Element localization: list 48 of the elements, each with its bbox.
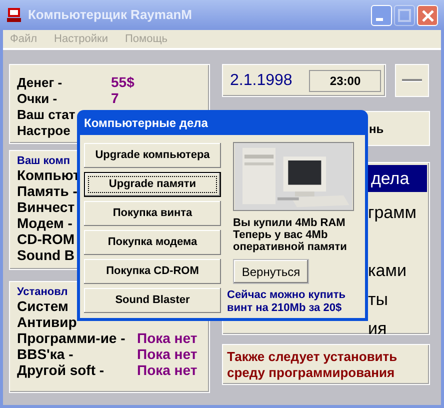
- component-label: Sound B: [17, 247, 75, 263]
- time-field: 23:00: [309, 70, 382, 92]
- software-label: Другой soft -: [17, 362, 104, 378]
- offer-text: Сейчас можно купить винт на 210Mb за 20$: [227, 289, 346, 315]
- dialog-button[interactable]: Покупка CD-ROM: [84, 259, 221, 284]
- task-item[interactable]: ия: [368, 314, 427, 343]
- software-value: Пока нет: [137, 360, 198, 380]
- group-title: Установл: [17, 285, 68, 298]
- stat-label: Ваш стат: [17, 106, 76, 122]
- close-button[interactable]: [417, 4, 438, 26]
- dialog-button[interactable]: Покупка винта: [84, 201, 221, 226]
- date-text: 2.1.1998: [230, 70, 292, 90]
- software-value: Пока нет: [137, 328, 198, 348]
- dialog-button[interactable]: Upgrade компьютера: [84, 143, 221, 168]
- software-label: Систем: [17, 298, 68, 314]
- component-label: Компьют: [17, 167, 80, 183]
- maximize-icon: [398, 8, 411, 22]
- stat-label: Денег -: [17, 74, 62, 90]
- computer-icon: [6, 7, 22, 23]
- component-label: Винчест: [17, 199, 75, 215]
- task-item[interactable]: ками: [368, 256, 427, 285]
- task-item[interactable]: грамм: [368, 198, 427, 227]
- component-label: CD-ROM: [17, 231, 75, 247]
- stat-value: 7: [111, 88, 119, 108]
- software-label: BBS'ка -: [17, 346, 74, 362]
- component-label: Память -: [17, 183, 78, 199]
- dialog-button[interactable]: Sound Blaster: [84, 288, 221, 313]
- close-icon: [422, 9, 434, 22]
- minimize-button[interactable]: [371, 4, 392, 26]
- minimize-icon: [376, 18, 383, 20]
- stat-label: Настрое: [17, 122, 70, 138]
- software-label: Антивир: [17, 314, 77, 330]
- task-item[interactable]: ты: [368, 285, 427, 314]
- purchase-message: Вы купили 4Mb RAM Теперь у вас 4Mb оперативной памяти: [233, 217, 348, 253]
- component-label: Модем -: [17, 215, 72, 231]
- back-button[interactable]: Вернуться: [233, 259, 309, 284]
- software-value: Пока нет: [137, 344, 198, 364]
- stat-value: 55$: [111, 72, 134, 92]
- minus-icon: [402, 79, 422, 82]
- dialog-button[interactable]: Покупка модема: [84, 230, 221, 255]
- window-title: Компьютерщик RaymanM: [28, 6, 193, 24]
- software-label: Программи-ие -: [17, 330, 126, 346]
- minus-button[interactable]: [395, 64, 429, 97]
- hint-text: Также следует установить среду программирования: [227, 348, 398, 380]
- group-title: Ваш комп: [17, 154, 70, 167]
- dialog-title: Компьютерные дела: [83, 114, 209, 132]
- dialog-button[interactable]: Upgrade памяти: [84, 172, 221, 197]
- stat-label: Очки -: [17, 90, 58, 106]
